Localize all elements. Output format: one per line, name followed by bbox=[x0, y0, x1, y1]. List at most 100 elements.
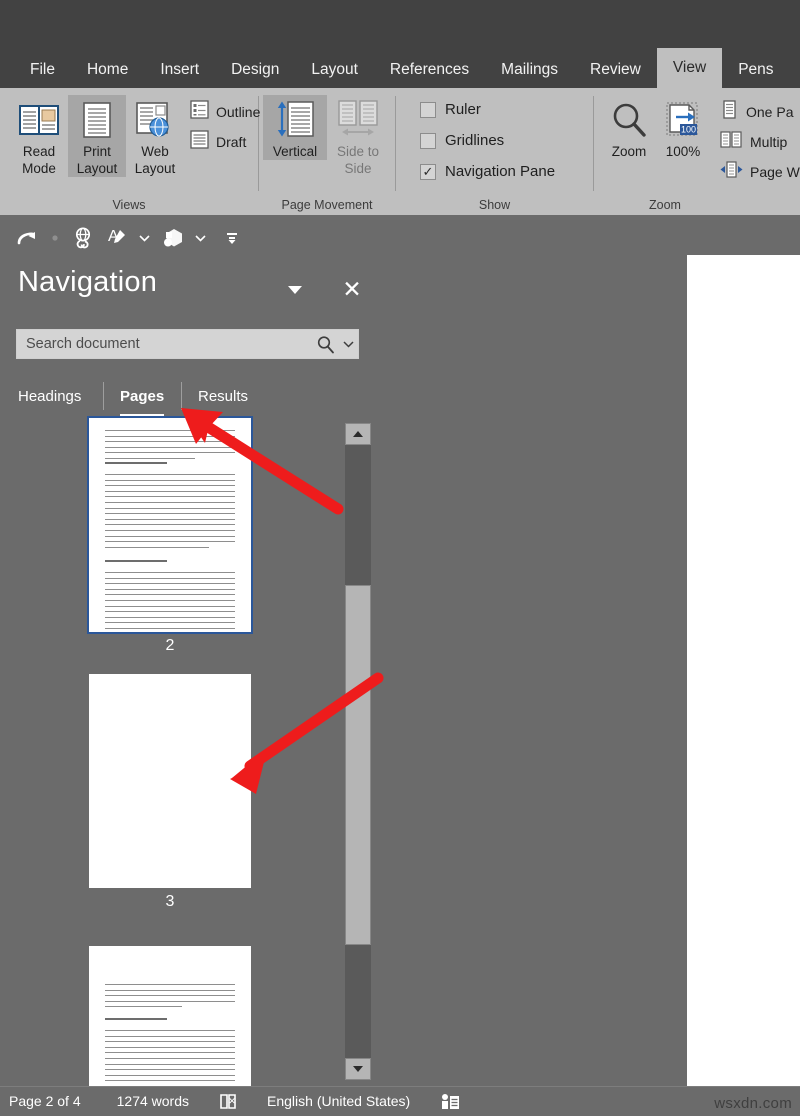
ribbon-tab-references[interactable]: References bbox=[374, 52, 485, 88]
page-thumbnail-list[interactable]: 2 3 4 bbox=[0, 416, 340, 1086]
checkbox-gridlines[interactable] bbox=[420, 133, 436, 149]
view-button-label: Web Layout bbox=[126, 143, 184, 177]
document-canvas[interactable] bbox=[372, 260, 800, 1086]
dot-icon bbox=[44, 222, 66, 254]
zoom-button-multiple-pages[interactable]: Multip bbox=[720, 129, 800, 154]
ribbon-tab-home[interactable]: Home bbox=[71, 52, 144, 88]
show-option-label: Gridlines bbox=[445, 132, 504, 149]
chevron-down-icon[interactable] bbox=[192, 222, 208, 254]
ribbon-group-page-movement: Vertical bbox=[259, 88, 395, 215]
ribbon-group-label: Zoom bbox=[594, 195, 736, 215]
zoom-100-button[interactable]: 100 100% bbox=[656, 95, 710, 160]
shapes-icon[interactable] bbox=[158, 222, 190, 254]
show-option-label: Ruler bbox=[445, 101, 481, 118]
thumbnail-text-line bbox=[105, 1036, 235, 1037]
status-bar: Page 2 of 4 1274 words ✕ English (United… bbox=[0, 1086, 800, 1116]
page-movement-button-vertical[interactable]: Vertical bbox=[263, 95, 327, 160]
page-thumbnail-3[interactable] bbox=[89, 674, 251, 888]
redo-arrow-icon[interactable] bbox=[10, 222, 42, 254]
ribbon-tab-insert[interactable]: Insert bbox=[144, 52, 215, 88]
page-movement-button-label: Side to Side bbox=[329, 143, 387, 177]
ribbon-tab-pens[interactable]: Pens bbox=[722, 52, 789, 88]
page-thumbnail-item[interactable]: 3 bbox=[0, 674, 340, 911]
triangle-down-icon[interactable] bbox=[345, 1058, 371, 1080]
nav-tab-divider bbox=[103, 382, 104, 410]
accessibility-icon[interactable] bbox=[440, 1093, 460, 1110]
chevron-down-icon[interactable] bbox=[136, 222, 152, 254]
thumbnail-text-line bbox=[105, 1030, 235, 1031]
ribbon-tab-review[interactable]: Review bbox=[574, 52, 657, 88]
checkbox-ruler[interactable] bbox=[420, 102, 436, 118]
thumbnail-text-line bbox=[105, 995, 235, 996]
view-button-read-mode[interactable]: Read Mode bbox=[10, 95, 68, 177]
thumbnail-text-line bbox=[105, 1069, 235, 1070]
ribbon-group-zoom: Zoom 100 100% bbox=[594, 88, 800, 215]
page-thumbnail-item[interactable]: 4 bbox=[0, 946, 340, 1086]
page-movement-button-side-to-side[interactable]: Side to Side bbox=[327, 95, 389, 177]
navigation-pane-tabs: Headings Pages Results bbox=[0, 378, 372, 414]
word-window: FileHomeInsertDesignLayoutReferencesMail… bbox=[0, 0, 800, 1116]
page-thumbnail-item[interactable]: 2 bbox=[0, 418, 340, 655]
thumbnail-text-line bbox=[105, 600, 235, 601]
page-thumbnail-4[interactable] bbox=[89, 946, 251, 1086]
magnifier-icon bbox=[609, 97, 649, 143]
status-word-count[interactable]: 1274 words bbox=[117, 1093, 189, 1109]
show-option-label: Navigation Pane bbox=[445, 163, 555, 180]
nav-tab-headings[interactable]: Headings bbox=[18, 378, 81, 414]
chevron-down-icon[interactable] bbox=[284, 279, 306, 301]
nav-tab-label: Results bbox=[198, 388, 248, 405]
svg-text:✕: ✕ bbox=[228, 1096, 236, 1106]
zoom-button-one-page[interactable]: One Pa bbox=[720, 99, 800, 124]
page-thumbnail-2[interactable] bbox=[89, 418, 251, 632]
ribbon-tab-view[interactable]: View bbox=[657, 48, 722, 88]
page-thumbnail-number: 3 bbox=[0, 893, 340, 911]
nav-tab-results[interactable]: Results bbox=[198, 378, 248, 414]
book-open-icon bbox=[19, 97, 59, 143]
thumbnail-text-line bbox=[105, 1064, 235, 1065]
ribbon-tab-design[interactable]: Design bbox=[215, 52, 295, 88]
close-icon[interactable]: ✕ bbox=[339, 276, 365, 302]
search-input[interactable] bbox=[17, 336, 312, 352]
view-button-label: Print Layout bbox=[68, 143, 126, 177]
status-language[interactable]: English (United States) bbox=[267, 1093, 410, 1109]
view-button-draft[interactable]: Draft bbox=[190, 129, 260, 154]
page-width-icon bbox=[720, 160, 743, 184]
thumbnail-text-line bbox=[105, 1006, 182, 1007]
search-icon[interactable] bbox=[312, 335, 338, 354]
thumbnail-scrollbar[interactable] bbox=[345, 423, 371, 1080]
zoom-button-page-width[interactable]: Page W bbox=[720, 159, 800, 184]
thumbnail-text-line bbox=[105, 480, 235, 481]
scrollbar-thumb[interactable] bbox=[345, 585, 371, 945]
ribbon-tab-mailings[interactable]: Mailings bbox=[485, 52, 574, 88]
pen-letter-icon[interactable]: A bbox=[102, 222, 134, 254]
nav-tab-pages[interactable]: Pages bbox=[120, 378, 164, 414]
zoom-button[interactable]: Zoom bbox=[602, 95, 656, 160]
ribbon-group-views: Read Mode bbox=[0, 88, 258, 215]
proofing-errors-icon[interactable]: ✕ bbox=[219, 1093, 239, 1110]
chevron-down-icon[interactable] bbox=[338, 340, 358, 348]
thumbnail-text-line bbox=[105, 430, 235, 431]
thumbnail-text-line bbox=[105, 513, 235, 514]
thumbnail-text-line bbox=[105, 1047, 235, 1048]
show-option-ruler[interactable]: Ruler bbox=[420, 94, 481, 125]
globe-link-icon[interactable] bbox=[68, 222, 100, 254]
thumbnail-text-line bbox=[105, 990, 235, 991]
side-to-side-icon bbox=[336, 97, 380, 143]
search-input-wrapper[interactable] bbox=[16, 329, 359, 359]
thumbnail-text-line bbox=[105, 502, 235, 503]
overflow-icon[interactable] bbox=[216, 222, 248, 254]
thumbnail-text-line bbox=[105, 1018, 167, 1020]
checkbox-navigation-pane[interactable]: ✓ bbox=[420, 164, 436, 180]
status-page-number[interactable]: Page 2 of 4 bbox=[9, 1093, 81, 1109]
triangle-up-icon[interactable] bbox=[345, 423, 371, 445]
view-button-outline[interactable]: Outline bbox=[190, 99, 260, 124]
ribbon-tab-file[interactable]: File bbox=[14, 52, 71, 88]
show-option-gridlines[interactable]: Gridlines bbox=[420, 125, 504, 156]
view-button-web-layout[interactable]: Web Layout bbox=[126, 95, 184, 177]
view-button-print-layout[interactable]: Print Layout bbox=[68, 95, 126, 177]
ribbon-tab-layout[interactable]: Layout bbox=[295, 52, 374, 88]
show-option-navigation-pane[interactable]: ✓ Navigation Pane bbox=[420, 156, 555, 187]
document-page[interactable] bbox=[687, 255, 800, 1087]
thumbnail-text-line bbox=[105, 1001, 235, 1002]
page-thumbnail-number: 2 bbox=[0, 637, 340, 655]
